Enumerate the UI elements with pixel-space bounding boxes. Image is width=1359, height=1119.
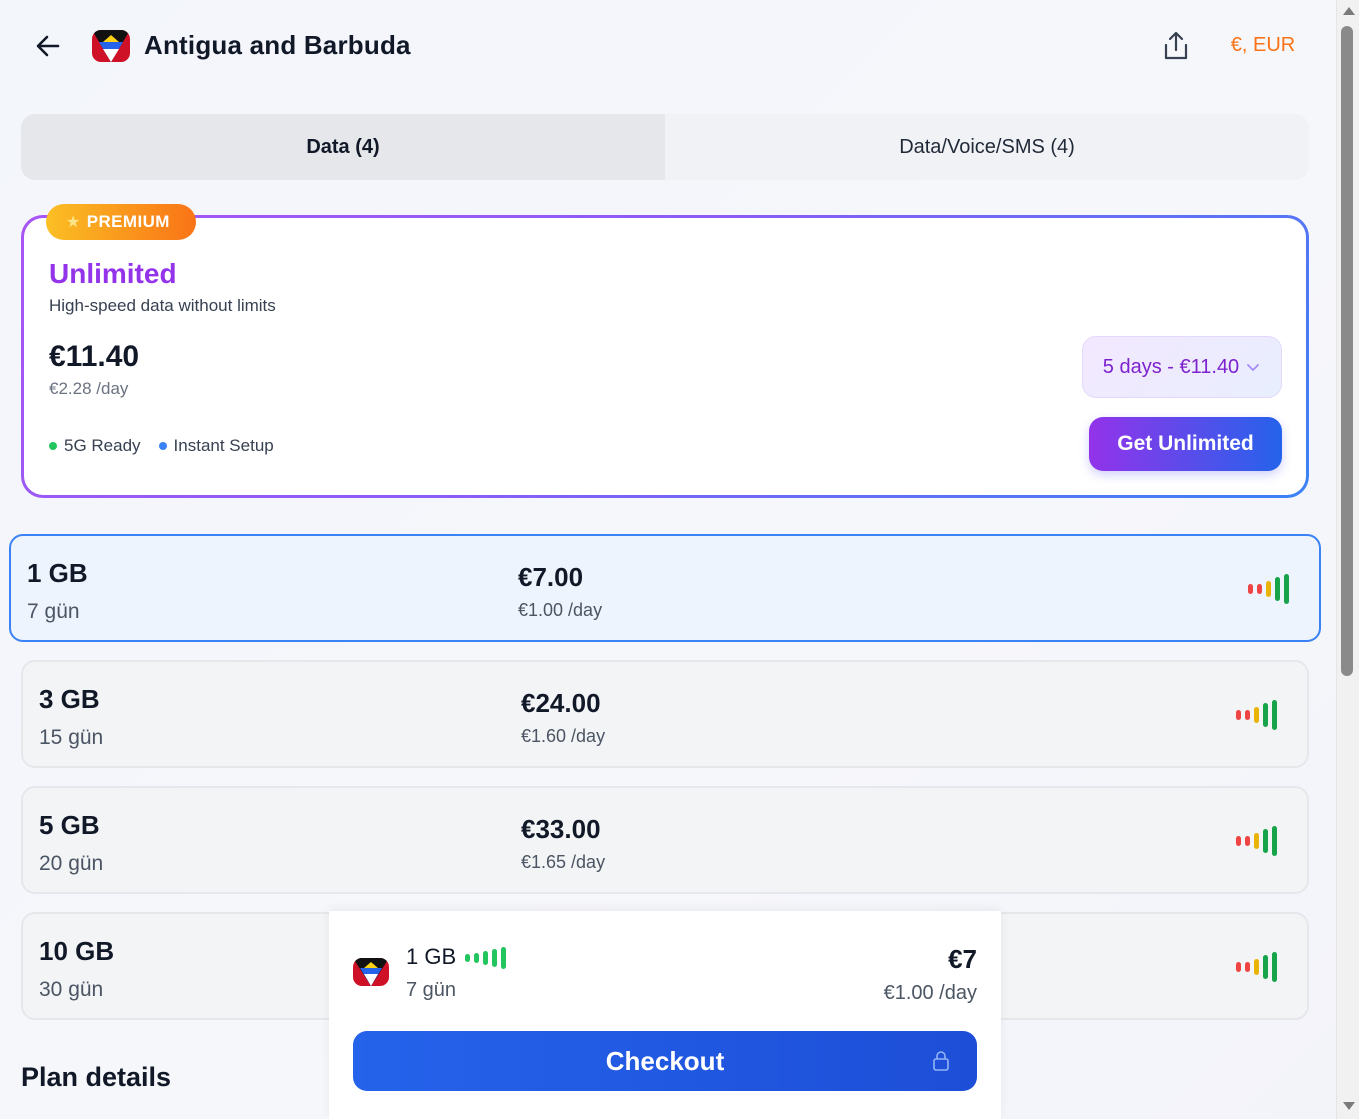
flag-icon xyxy=(92,30,130,62)
tab-data[interactable]: Data (4) xyxy=(21,114,665,180)
premium-card: Unlimited High-speed data without limits… xyxy=(21,215,1309,498)
scrollbar-thumb[interactable] xyxy=(1341,26,1353,676)
plan-per-day: €1.60 /day xyxy=(521,726,606,746)
plan-data: 5 GB xyxy=(39,810,100,840)
plan-row-3gb[interactable]: 3 GB 15 gün €24.00 €1.60 /day xyxy=(21,660,1309,768)
share-icon xyxy=(1164,31,1188,60)
scroll-down-icon[interactable] xyxy=(1343,1102,1355,1110)
tab-data-voice-sms[interactable]: Data/Voice/SMS (4) xyxy=(665,114,1309,180)
plan-per-day: €1.00 /day xyxy=(518,600,603,620)
duration-select[interactable]: 5 days - €11.40 xyxy=(1082,336,1282,398)
premium-price: €11.40 xyxy=(49,340,140,373)
checkout-plan-data: 1 GB xyxy=(406,944,457,969)
premium-badge: ★ PREMIUM xyxy=(46,204,196,240)
plan-details-heading: Plan details xyxy=(21,1062,172,1092)
star-icon: ★ xyxy=(66,214,81,231)
page-title: Antigua and Barbuda xyxy=(144,30,411,60)
header: Antigua and Barbuda €, EUR xyxy=(0,0,1336,92)
scroll-up-icon[interactable] xyxy=(1343,7,1355,15)
checkout-button[interactable]: Checkout xyxy=(353,1031,977,1091)
share-button[interactable] xyxy=(1158,28,1194,64)
checkout-price: €7 xyxy=(948,944,977,974)
page: Antigua and Barbuda €, EUR Data (4) Data… xyxy=(0,0,1336,1119)
plan-days: 20 gün xyxy=(39,852,104,875)
green-dot-icon xyxy=(49,442,57,450)
plan-days: 15 gün xyxy=(39,726,104,749)
feature-label: Instant Setup xyxy=(173,436,274,455)
signal-strength-icon xyxy=(1236,826,1277,856)
plan-type-tabs: Data (4) Data/Voice/SMS (4) xyxy=(21,114,1309,180)
signal-strength-icon xyxy=(1236,952,1277,982)
premium-per-day: €2.28 /day xyxy=(49,379,129,398)
plan-per-day: €1.65 /day xyxy=(521,852,606,872)
feature-5g: 5G Ready xyxy=(49,436,141,456)
checkout-panel: 1 GB 7 gün €7 €1.00 /day Checkout xyxy=(329,911,1001,1119)
flag-icon xyxy=(353,958,389,986)
feature-label: 5G Ready xyxy=(64,436,141,455)
feature-instant-setup: Instant Setup xyxy=(158,436,274,456)
plan-data: 10 GB xyxy=(39,936,115,966)
chevron-down-icon xyxy=(1247,364,1260,371)
checkout-plan-days: 7 gün xyxy=(406,979,457,1001)
premium-subtitle: High-speed data without limits xyxy=(49,296,276,315)
premium-features: 5G Ready Instant Setup xyxy=(49,436,274,456)
premium-badge-label: PREMIUM xyxy=(86,212,170,231)
plan-data: 3 GB xyxy=(39,684,100,714)
blue-dot-icon xyxy=(158,442,167,450)
currency-selector[interactable]: €, EUR xyxy=(1220,34,1306,57)
plan-price: €33.00 xyxy=(521,814,601,844)
checkout-button-label: Checkout xyxy=(605,1045,725,1076)
lock-icon xyxy=(933,1051,949,1071)
plan-data: 1 GB xyxy=(27,558,88,588)
plan-days: 7 gün xyxy=(27,600,80,623)
signal-strength-icon xyxy=(1236,700,1277,730)
plan-row-5gb[interactable]: 5 GB 20 gün €33.00 €1.65 /day xyxy=(21,786,1309,894)
back-button[interactable] xyxy=(30,28,66,64)
premium-title: Unlimited xyxy=(49,258,177,289)
premium-card-body: Unlimited High-speed data without limits… xyxy=(24,218,1306,495)
back-arrow-icon xyxy=(36,35,60,57)
plan-price: €7.00 xyxy=(518,562,584,592)
scrollbar[interactable] xyxy=(1336,0,1359,1119)
plan-row-1gb[interactable]: 1 GB 7 gün €7.00 €1.00 /day xyxy=(9,534,1321,642)
get-unlimited-button[interactable]: Get Unlimited xyxy=(1089,417,1282,471)
plan-price: €24.00 xyxy=(521,688,601,718)
checkout-per-day: €1.00 /day xyxy=(883,982,977,1004)
plan-days: 30 gün xyxy=(39,978,104,1001)
signal-strength-icon xyxy=(1248,574,1289,604)
duration-select-value: 5 days - €11.40 xyxy=(1102,355,1240,378)
signal-strength-icon xyxy=(465,947,506,969)
